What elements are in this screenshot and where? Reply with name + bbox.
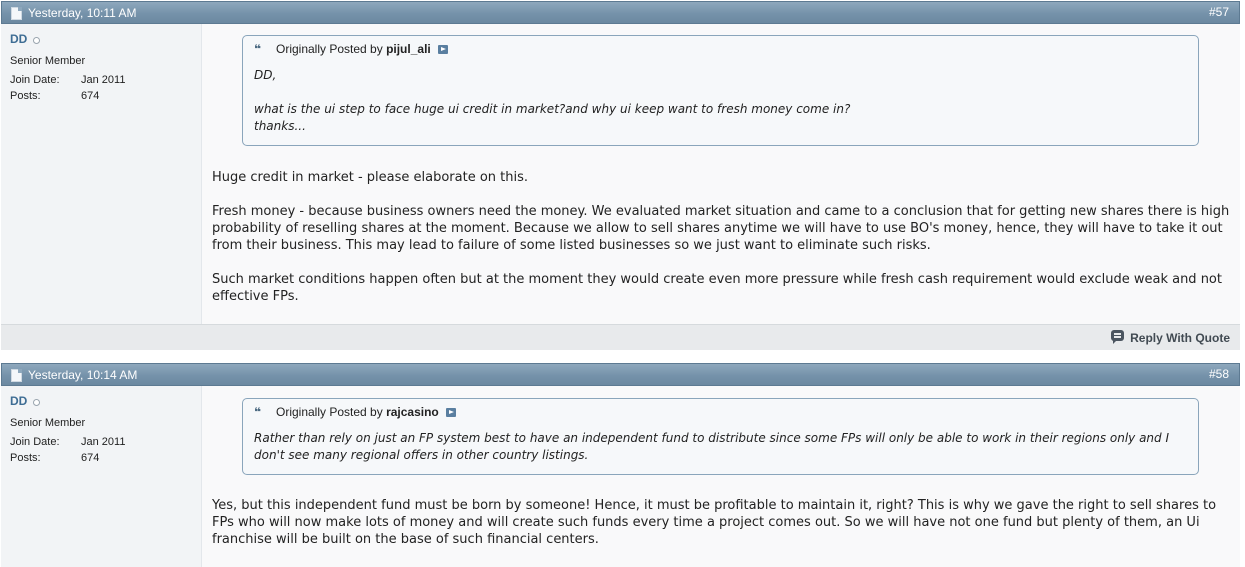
post-footer: Reply With Quote [1, 324, 1240, 350]
post-date: Yesterday, 10:14 AM [28, 368, 138, 382]
message-body: Yes, but this independent fund must be b… [212, 497, 1230, 548]
quote-line: DD, [254, 68, 277, 82]
view-post-icon[interactable] [438, 45, 449, 54]
quote-author: rajcasino [386, 405, 439, 419]
join-date-value: Jan 2011 [81, 74, 126, 86]
join-date-value: Jan 2011 [81, 436, 126, 448]
username-link[interactable]: DD [10, 394, 27, 408]
quote-line: what is the ui step to face huge ui cred… [254, 102, 851, 116]
user-title: Senior Member [10, 55, 86, 67]
post-content: ❝ Originally Posted by rajcasino Rather … [202, 386, 1240, 567]
user-info-panel: DD Senior Member Join Date: Jan 2011 Pos… [1, 24, 202, 324]
post-number-link[interactable]: #57 [1209, 5, 1229, 19]
offline-status-icon [33, 37, 40, 44]
message-paragraph: Yes, but this independent fund must be b… [212, 498, 1217, 547]
username-link[interactable]: DD [10, 32, 27, 46]
quote-line: Rather than rely on just an FP system be… [254, 431, 1170, 462]
quote-prefix: Originally Posted by [276, 42, 383, 56]
posts-label: Posts: [10, 90, 41, 102]
forum-post: Yesterday, 10:14 AM #58 DD Senior Member… [1, 363, 1240, 567]
post-header: Yesterday, 10:14 AM #58 [1, 363, 1240, 386]
quote-line: thanks... [254, 119, 306, 133]
message-body: Huge credit in market - please elaborate… [212, 169, 1230, 305]
view-post-icon[interactable] [446, 408, 457, 417]
join-date-label: Join Date: [10, 436, 60, 448]
quote-header: Originally Posted by rajcasino [276, 405, 457, 419]
reply-quote-icon [1111, 330, 1124, 344]
posts-count: 674 [81, 452, 100, 464]
join-date-label: Join Date: [10, 74, 60, 86]
reply-with-quote-button[interactable]: Reply With Quote [1130, 331, 1230, 345]
forum-post: Yesterday, 10:11 AM #57 DD Senior Member… [1, 1, 1240, 350]
post-content: ❝ Originally Posted by pijul_ali DD, wha… [202, 24, 1240, 324]
post-number-link[interactable]: #58 [1209, 367, 1229, 381]
quote-icon: ❝ [254, 405, 262, 419]
document-icon [11, 369, 22, 382]
message-paragraph: Fresh money - because business owners ne… [212, 204, 1230, 253]
posts-count: 674 [81, 90, 100, 102]
user-info-panel: DD Senior Member Join Date: Jan 2011 Pos… [1, 386, 202, 567]
post-date: Yesterday, 10:11 AM [28, 6, 137, 20]
quote-block: ❝ Originally Posted by pijul_ali DD, wha… [242, 35, 1199, 146]
quote-prefix: Originally Posted by [276, 405, 383, 419]
posts-label: Posts: [10, 452, 41, 464]
post-header: Yesterday, 10:11 AM #57 [1, 1, 1240, 24]
quote-icon: ❝ [254, 42, 262, 56]
quote-header: Originally Posted by pijul_ali [276, 42, 449, 56]
offline-status-icon [33, 399, 40, 406]
user-title: Senior Member [10, 417, 86, 429]
quote-author: pijul_ali [386, 42, 431, 56]
message-paragraph: Such market conditions happen often but … [212, 272, 1222, 304]
quote-block: ❝ Originally Posted by rajcasino Rather … [242, 398, 1199, 475]
document-icon [11, 7, 22, 20]
message-paragraph: Huge credit in market - please elaborate… [212, 170, 528, 185]
